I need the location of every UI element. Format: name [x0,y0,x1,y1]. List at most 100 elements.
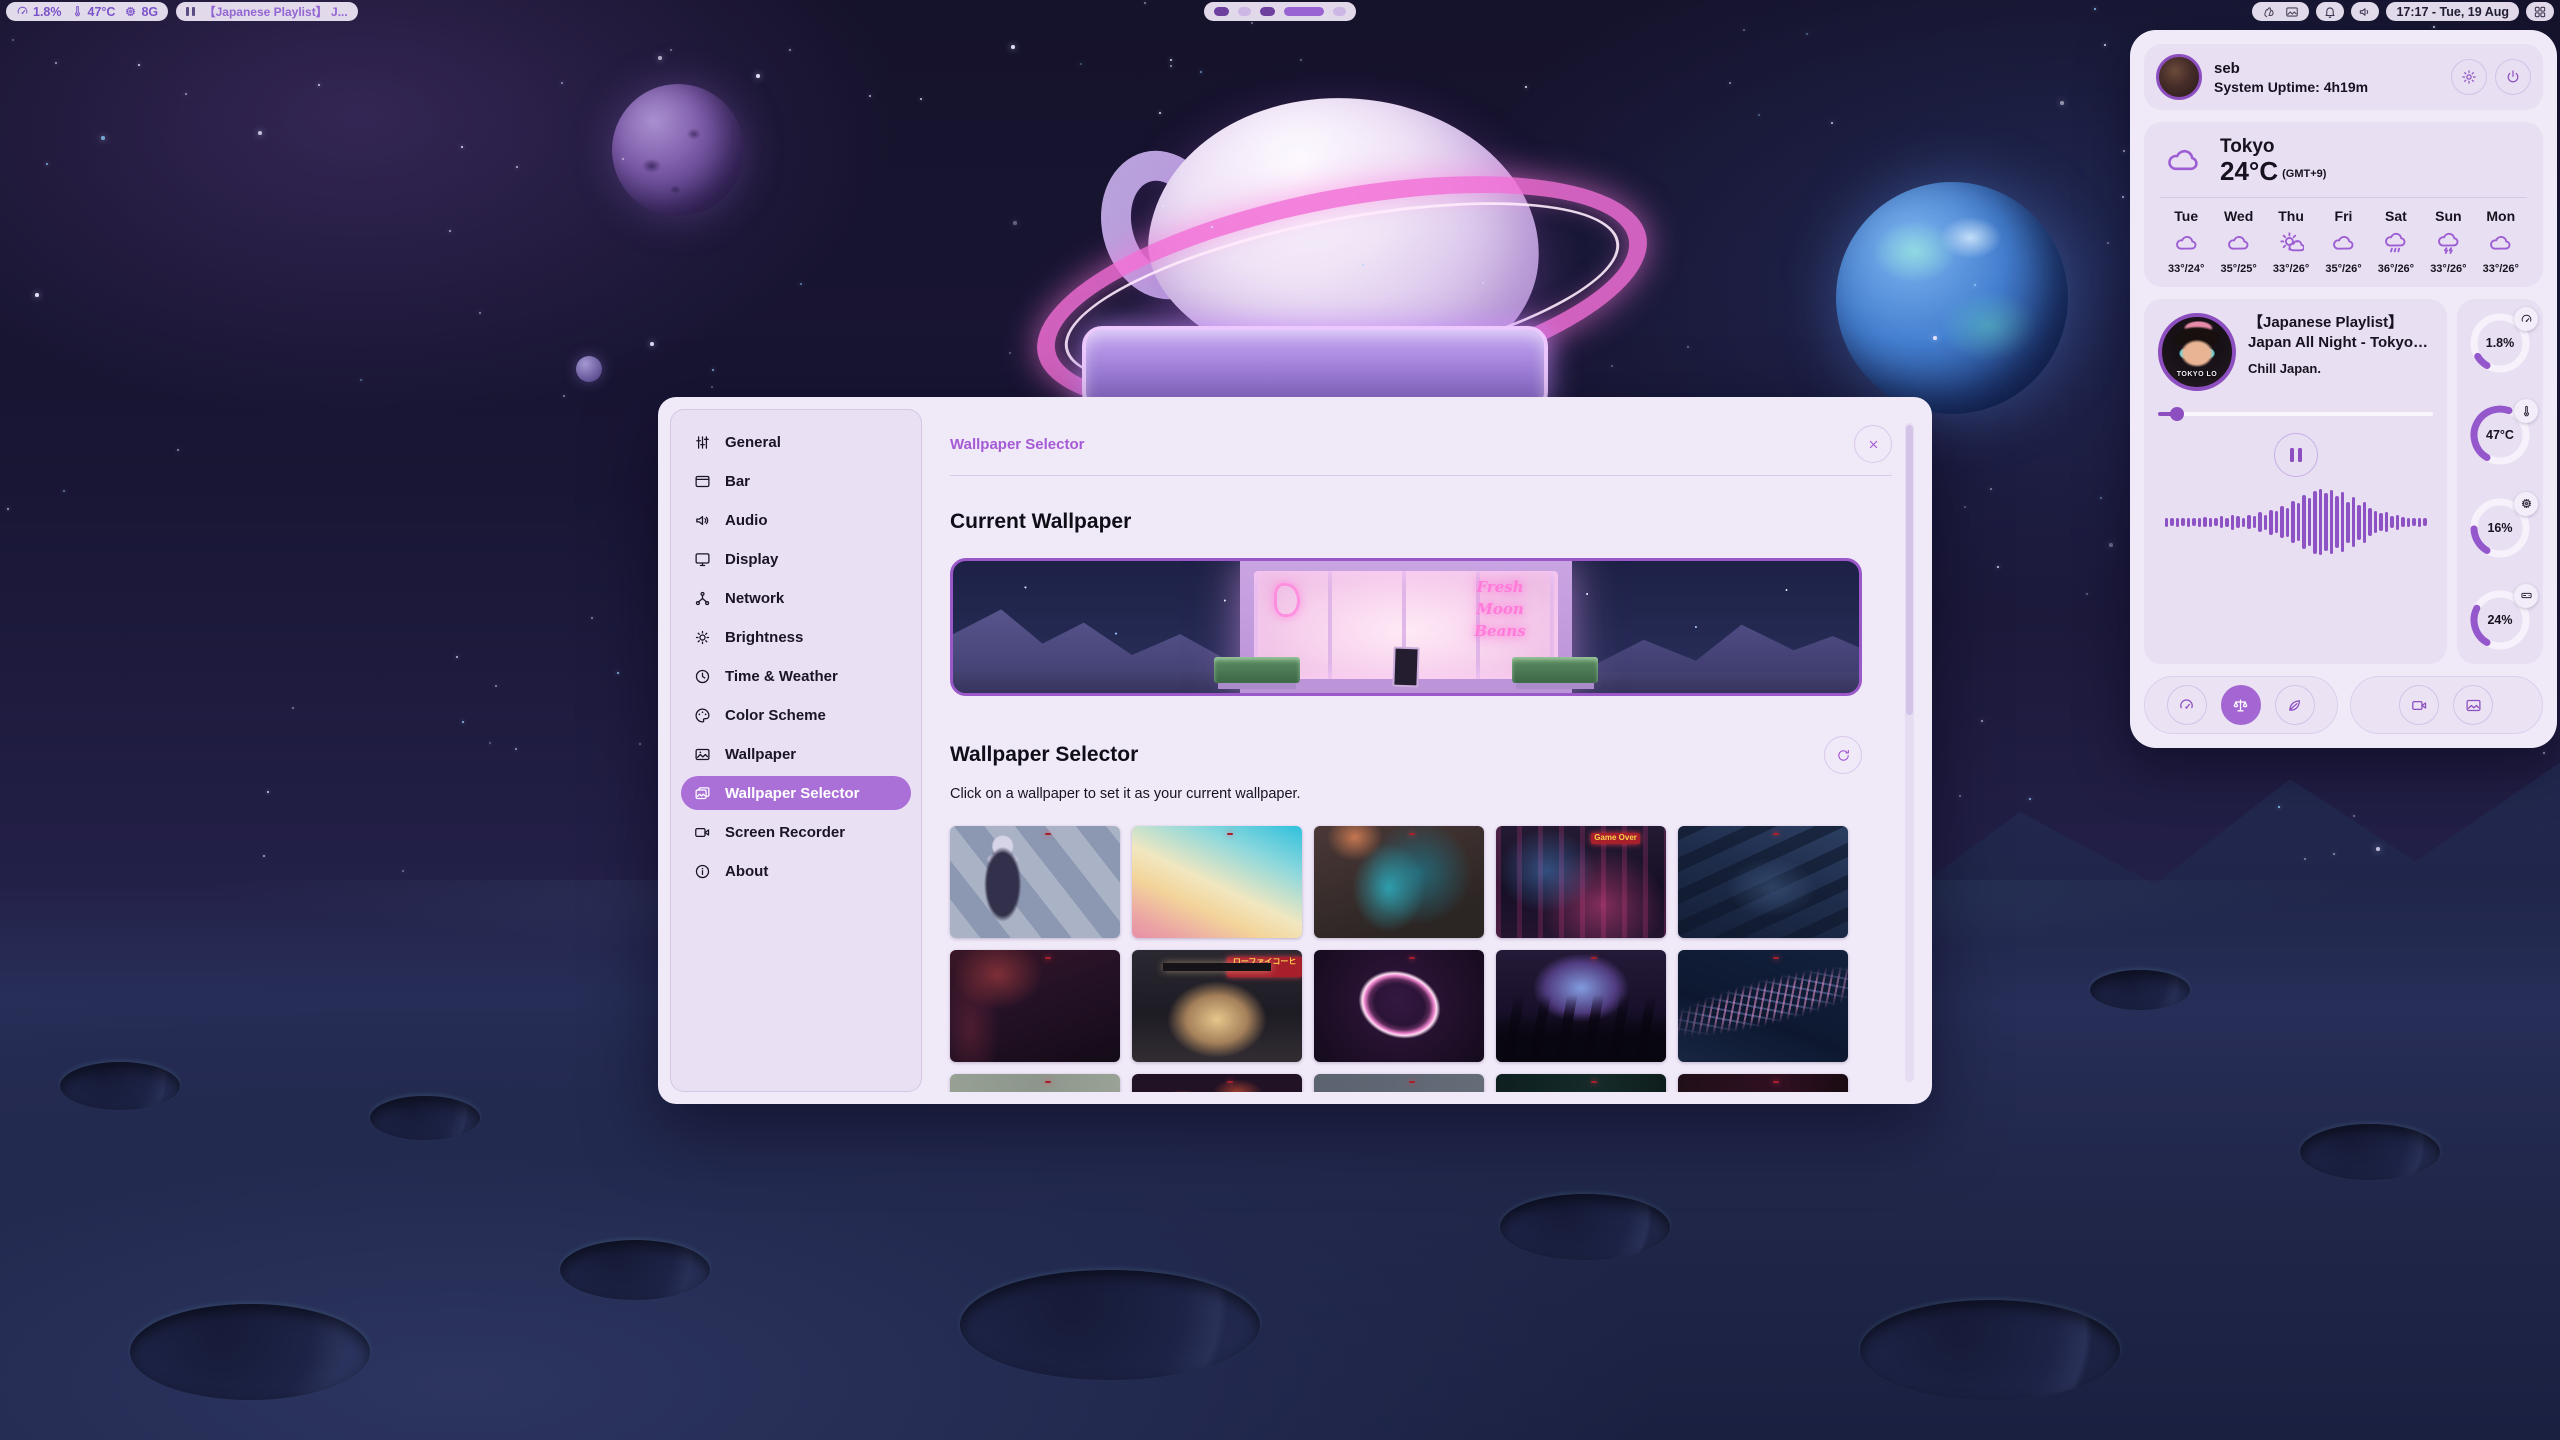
sidebar-item-label: Wallpaper [725,746,796,763]
wallpaper-thumbnail[interactable] [1132,826,1302,938]
seek-thumb[interactable] [2170,407,2184,421]
sidebar-item-color-scheme[interactable]: Color Scheme [681,698,911,732]
star [711,386,713,388]
star [292,707,294,709]
image-icon[interactable] [2285,5,2299,19]
star [138,64,140,66]
wallpaper-thumbnail[interactable]: ローファイコーヒー [1132,950,1302,1062]
star [1758,114,1760,116]
sidebar-item-label: Screen Recorder [725,824,845,841]
scrollbar[interactable] [1905,423,1914,1082]
forecast-temps: 35°/26° [2325,263,2361,275]
current-wallpaper-preview: Fresh Moon Beans [950,558,1862,696]
sliders-icon [694,434,711,451]
system-tray[interactable] [2252,2,2309,21]
star [2122,196,2124,198]
balanced-profile-button[interactable] [2221,685,2261,725]
cloud-icon [2174,231,2199,256]
wallpaper-thumbnail[interactable] [950,1074,1120,1092]
sidebar-item-screen-recorder[interactable]: Screen Recorder [681,815,911,849]
volume-button[interactable] [2351,2,2379,21]
thumbnail-sign-text [1045,1081,1051,1083]
star [869,95,871,97]
star [1080,63,1082,65]
star [12,39,14,41]
cloud-icon [2488,231,2513,256]
star [1482,282,1484,284]
close-button[interactable] [1854,425,1892,463]
sidebar-item-about[interactable]: About [681,854,911,888]
play-pause-button[interactable] [2274,433,2318,477]
sidebar-item-general[interactable]: General [681,425,911,459]
sidebar-item-time-weather[interactable]: Time & Weather [681,659,911,693]
wallpaper-thumbnail[interactable] [950,950,1120,1062]
gear-icon [2461,69,2477,85]
wallpaper-thumbnail[interactable] [1678,950,1848,1062]
performance-profile-button[interactable] [2167,685,2207,725]
stat-badge [2514,492,2538,516]
workspace-dot[interactable] [1260,7,1275,16]
sidebar-item-audio[interactable]: Audio [681,503,911,537]
sidebar-item-label: Time & Weather [725,668,838,685]
workspace-dot[interactable] [1333,7,1346,16]
workspace-dot[interactable] [1214,7,1229,16]
workspace-indicator[interactable] [1204,2,1356,21]
media-pill[interactable]: 【Japanese Playlist】 J... [176,2,358,21]
settings-button[interactable] [2451,59,2487,95]
wallpaper-thumbnail[interactable] [1496,1074,1666,1092]
refresh-button[interactable] [1824,736,1862,774]
wallpaper-thumbnail[interactable]: Game Over [1496,826,1666,938]
temp-stat: 47°C [71,5,116,19]
video-icon [694,824,711,841]
wallpaper-thumbnail[interactable] [1678,826,1848,938]
wallpaper-thumbnail[interactable] [1132,1074,1302,1092]
star [1959,795,1961,797]
wallpaper-button[interactable] [2453,685,2493,725]
wallpaper-thumbnail[interactable] [1678,1074,1848,1092]
wallpaper-thumbnail[interactable] [1314,950,1484,1062]
brightness-icon [694,629,711,646]
system-stat-gauge: 47°C [2468,403,2532,467]
sidebar-item-wallpaper[interactable]: Wallpaper [681,737,911,771]
power-button[interactable] [2495,59,2531,95]
video-icon [2411,697,2428,714]
sidebar-item-brightness[interactable]: Brightness [681,620,911,654]
tray-app-icon[interactable] [2262,5,2276,19]
visualizer-bar [2231,515,2235,530]
power-saver-profile-button[interactable] [2275,685,2315,725]
weather-city: Tokyo [2220,136,2326,158]
star [516,166,518,168]
chip-icon [124,5,137,18]
notifications-button[interactable] [2316,2,2344,21]
wallpaper-thumbnail[interactable] [950,826,1120,938]
earth-planet [1836,182,2068,414]
launcher-button[interactable] [2526,2,2554,21]
sidebar-item-bar[interactable]: Bar [681,464,911,498]
wallpaper-thumbnail[interactable] [1314,1074,1484,1092]
rain-icon [2383,231,2408,256]
crater [130,1304,370,1400]
workspace-dot[interactable] [1238,7,1251,16]
media-and-stats-row: TOKYO LO 【Japanese Playlist】 Japan All N… [2144,299,2543,664]
thermometer-icon [71,5,84,18]
sidebar-item-display[interactable]: Display [681,542,911,576]
clock[interactable]: 17:17 - Tue, 19 Aug [2386,2,2519,21]
workspace-dot[interactable] [1284,7,1324,16]
wallpaper-thumbnail[interactable] [1314,826,1484,938]
star [2100,497,2102,499]
star [1159,112,1161,114]
visualizer-bar [2385,512,2389,532]
screen-record-button[interactable] [2399,685,2439,725]
seek-slider[interactable] [2158,407,2433,421]
visualizer-bar [2407,518,2411,527]
sidebar-item-wallpaper-selector[interactable]: Wallpaper Selector [681,776,911,810]
thumbnail-sign-text: Game Over [1591,833,1640,844]
star [639,743,641,745]
seek-track[interactable] [2158,412,2433,416]
speedometer-icon [16,5,29,18]
speedometer-icon [2520,313,2533,326]
weather-card: Tokyo 24°C(GMT+9) Tue 33°/24° Wed [2144,122,2543,287]
sidebar-item-network[interactable]: Network [681,581,911,615]
wallpaper-thumbnail[interactable] [1496,950,1666,1062]
scrollbar-thumb[interactable] [1906,425,1913,715]
